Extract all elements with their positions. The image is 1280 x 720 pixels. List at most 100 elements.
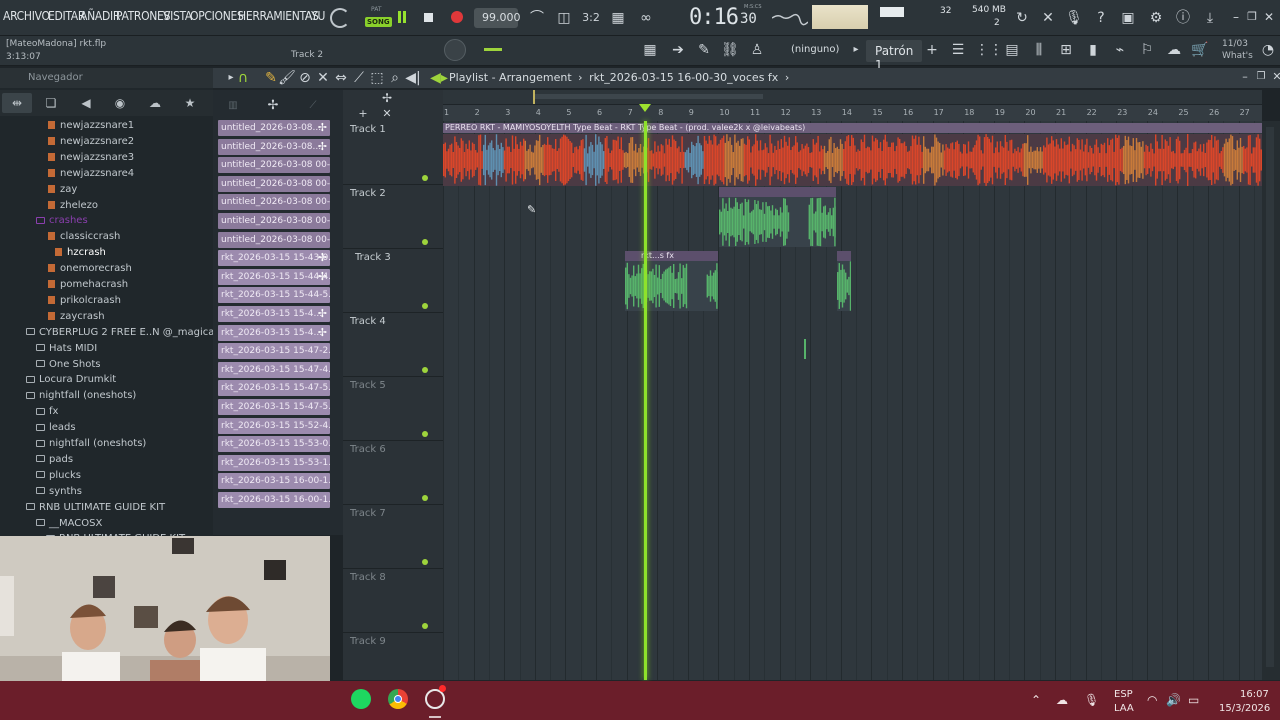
playhead-marker-icon[interactable] <box>639 104 651 112</box>
browser-item[interactable]: onemorecrash <box>0 261 132 276</box>
arrangement-arrow-icon[interactable]: ◀▸ <box>429 68 449 88</box>
microphone-icon[interactable]: 🎙 <box>1064 8 1084 28</box>
pat-song-toggle[interactable]: PAT SONG <box>364 5 392 31</box>
playlist-close-icon[interactable]: ✕ <box>1267 67 1280 87</box>
browser-item[interactable]: leads <box>0 420 76 435</box>
pause-button[interactable] <box>396 11 408 24</box>
master-pitch-knob[interactable] <box>444 39 466 61</box>
clip-item[interactable]: rkt_2026-03-15 16-00-1... <box>218 492 330 508</box>
favorites-tab-icon[interactable]: ★ <box>175 93 205 113</box>
select-tool-icon[interactable]: ⬚ <box>367 68 387 88</box>
browser-item[interactable]: newjazzsnare2 <box>0 134 134 149</box>
track-name[interactable]: Track 1 <box>350 124 386 135</box>
clip-item[interactable]: rkt_2026-03-15 15-47-4... <box>218 361 330 378</box>
browser-item[interactable]: __MACOSX <box>0 516 102 531</box>
track-name[interactable]: Track 4 <box>350 316 386 327</box>
piano-roll-icon[interactable]: ▤ <box>1002 40 1022 60</box>
clip-item[interactable]: rkt_2026-03-15 15-53-0... <box>218 436 330 453</box>
track1-clip-header[interactable]: PERREO RKT - MAMIYOSOYELTH Type Beat - R… <box>443 123 1262 133</box>
browser-item[interactable]: nightfall (oneshots) <box>0 436 146 451</box>
project-tab-icon[interactable]: ❏ <box>36 93 66 113</box>
stop-button[interactable] <box>424 13 433 22</box>
cloud-tab-icon[interactable]: ☁ <box>140 93 170 113</box>
clip-item[interactable]: untitled_2026-03-08 00-... <box>218 157 330 174</box>
clip-item[interactable]: untitled_2026-03-08 00-... <box>218 175 330 192</box>
clock-time[interactable]: 16:07 <box>1240 689 1269 700</box>
tuner-icon[interactable]: ⚐ <box>1137 40 1157 60</box>
track2-clip-header[interactable] <box>719 187 836 197</box>
track-enable-led[interactable] <box>422 431 428 437</box>
browser-item[interactable]: synths <box>0 484 82 499</box>
track3-clip-header[interactable]: rkt...s fx <box>625 251 718 261</box>
play-pattern-icon[interactable]: ▸ <box>846 40 866 60</box>
snap-icon[interactable]: ▦ <box>640 40 660 60</box>
pattern-picker-icon[interactable]: ▥ <box>223 96 243 116</box>
project-info-icon[interactable]: ▮ <box>1083 40 1103 60</box>
vertical-scrollbar[interactable] <box>1262 121 1280 680</box>
track-name[interactable]: Track 3 <box>355 252 391 263</box>
clip-item[interactable]: rkt_2026-03-15 16-00-1... <box>218 473 330 490</box>
language-code[interactable]: ESP <box>1114 689 1133 700</box>
track-name[interactable]: Track 8 <box>350 572 386 583</box>
browser-item[interactable]: pads <box>0 452 73 467</box>
browser-item[interactable]: RNB ULTIMATE GUIDE KIT <box>0 500 165 515</box>
menu-archivo[interactable]: ARCHIVO <box>3 9 50 23</box>
step-edit-icon[interactable]: ▦ <box>608 8 628 28</box>
stamp-icon[interactable]: ♙ <box>747 40 767 60</box>
slice-tool-icon[interactable]: ⟋ <box>349 68 369 88</box>
delete-tool-icon[interactable]: ⊘ <box>295 68 315 88</box>
browser-item[interactable]: zhelezo <box>0 198 98 213</box>
cart-icon[interactable]: 🛒 <box>1190 40 1210 60</box>
browser-item[interactable]: Locura Drumkit <box>0 372 116 387</box>
clip-item[interactable]: rkt_2026-03-15 15-47-5... <box>218 399 330 415</box>
info-icon[interactable]: ⓘ <box>1173 8 1193 28</box>
plugin-database-tab-icon[interactable]: ◉ <box>105 93 135 113</box>
mute-tool-icon[interactable]: ✕ <box>313 68 333 88</box>
browser-item[interactable]: zaycrash <box>0 309 105 324</box>
browser-item[interactable]: crashes <box>0 213 88 228</box>
browser-item[interactable]: nightfall (oneshots) <box>0 388 136 403</box>
clock-date[interactable]: 15/3/2026 <box>1219 703 1270 714</box>
add-pattern-icon[interactable]: + <box>922 40 942 60</box>
clip-item[interactable]: untitled_2026-03-08 00-... <box>218 231 330 248</box>
undo-icon[interactable]: ↻ <box>1012 8 1032 28</box>
browser-item[interactable]: hzcrash <box>0 245 106 260</box>
track3-audio-clip[interactable] <box>625 261 720 311</box>
tempo-display[interactable]: 99.000 <box>474 8 521 28</box>
track-name[interactable]: Track 5 <box>350 380 386 391</box>
pencil-icon[interactable]: ✎ <box>694 40 714 60</box>
news-text[interactable]: What's <box>1222 51 1253 61</box>
magnet-icon[interactable]: ∩ <box>233 68 253 88</box>
paint-icon[interactable]: 🖌 <box>277 68 297 88</box>
move-icon[interactable]: ✢ <box>377 88 397 108</box>
clip-item[interactable]: rkt_2026-03-15 15-4... ✢ <box>218 324 330 341</box>
clip-item[interactable]: rkt_2026-03-15 15-53-1... <box>218 454 330 471</box>
menu-ayuda[interactable]: AYU <box>305 9 325 23</box>
clip-item[interactable]: untitled_2026-03-08 00-... <box>218 194 330 211</box>
menu-opciones[interactable]: OPCIONES <box>190 9 244 23</box>
metronome-icon[interactable]: ⌒ <box>527 8 547 28</box>
tray-app-icon[interactable]: ☁ <box>1056 693 1068 707</box>
clip-item[interactable]: rkt_2026-03-15 15-44-5... <box>218 287 330 304</box>
wifi-icon[interactable]: ◠ <box>1147 693 1157 707</box>
browser-item[interactable]: pomehacrash <box>0 277 128 292</box>
track3-audio-clip-2[interactable] <box>837 261 852 311</box>
browser-item[interactable]: newjazzsnare4 <box>0 166 134 181</box>
clip-item[interactable]: rkt_2026-03-15 15-47-5... <box>218 380 330 397</box>
browser-item[interactable]: CYBERPLUG 2 FREE E..N @_magicalsounds <box>0 325 213 340</box>
cloud-icon[interactable]: ☁ <box>1164 40 1184 60</box>
tray-mic-icon[interactable]: 🎙 <box>1084 693 1099 707</box>
countdown-icon[interactable]: 3:2 <box>581 8 601 28</box>
browser-item[interactable]: prikolcraash <box>0 293 121 308</box>
menu-vista[interactable]: VISTA <box>163 9 192 23</box>
track-name[interactable]: Track 6 <box>350 444 386 455</box>
clip-item[interactable]: untitled_2026-03-08... ✢ <box>218 138 330 155</box>
track-enable-led[interactable] <box>422 303 428 309</box>
all-files-tab-icon[interactable]: ⇹ <box>2 93 32 113</box>
volume-icon[interactable]: 🔊 <box>1166 693 1181 707</box>
tools-icon[interactable]: ✕ <box>1038 8 1058 28</box>
spotify-icon[interactable] <box>351 689 371 709</box>
fl-studio-icon[interactable] <box>425 685 446 709</box>
track-enable-led[interactable] <box>422 175 428 181</box>
clip-item[interactable]: rkt_2026-03-15 15-4... ✢ <box>218 306 330 322</box>
